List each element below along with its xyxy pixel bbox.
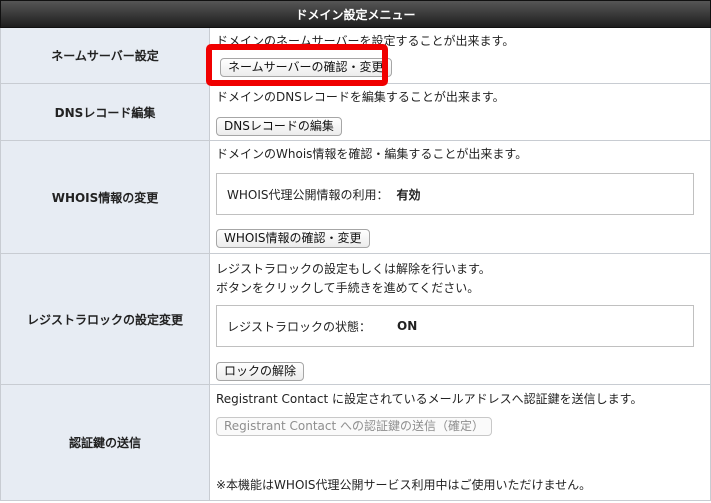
row-label-nameserver: ネームサーバー設定 (1, 28, 210, 83)
dns-edit-button[interactable]: DNSレコードの編集 (216, 117, 342, 136)
whois-status-label: WHOIS代理公開情報の利用： (227, 187, 389, 202)
row-auth-key: 認証鍵の送信 Registrant Contact に設定されているメールアドレ… (0, 385, 711, 501)
whois-description: ドメインのWhois情報を確認・編集することが出来ます。 (216, 147, 528, 161)
domain-settings-menu: ドメイン設定メニュー ネームサーバー設定 ドメインのネームサーバーを設定すること… (0, 0, 711, 503)
menu-title: ドメイン設定メニュー (0, 0, 711, 28)
nameserver-confirm-change-button[interactable]: ネームサーバーの確認・変更 (220, 58, 392, 77)
nameserver-description: ドメインのネームサーバーを設定することが出来ます。 (216, 34, 515, 48)
authkey-note: ※本機能はWHOIS代理公開サービス利用中はご使用いただけません。 (216, 478, 592, 492)
send-auth-key-button[interactable]: Registrant Contact への認証鍵の送信（確定） (216, 417, 493, 436)
authkey-description: Registrant Contact に設定されているメールアドレスへ認証鍵を送… (216, 392, 643, 406)
row-nameserver: ネームサーバー設定 ドメインのネームサーバーを設定することが出来ます。 ネームサ… (0, 28, 711, 84)
lock-status-box: レジストラロックの状態： ON (216, 305, 694, 347)
row-content-registrar-lock: レジストラロックの設定もしくは解除を行います。 ボタンをクリックして手続きを進め… (210, 254, 710, 384)
lock-status-label: レジストラロックの状態： (227, 319, 372, 334)
lock-status-value: ON (397, 319, 418, 333)
row-label-registrar-lock: レジストラロックの設定変更 (1, 254, 210, 384)
lock-description-1: レジストラロックの設定もしくは解除を行います。 (216, 262, 491, 276)
row-content-auth-key: Registrant Contact に設定されているメールアドレスへ認証鍵を送… (210, 385, 710, 500)
whois-confirm-change-button[interactable]: WHOIS情報の確認・変更 (216, 229, 370, 248)
unlock-button[interactable]: ロックの解除 (216, 362, 305, 381)
row-registrar-lock: レジストラロックの設定変更 レジストラロックの設定もしくは解除を行います。 ボタ… (0, 254, 711, 385)
dns-description: ドメインのDNSレコードを編集することが出来ます。 (216, 90, 505, 104)
row-label-dns: DNSレコード編集 (1, 84, 210, 140)
whois-status-box: WHOIS代理公開情報の利用： 有効 (216, 173, 694, 215)
lock-description-2: ボタンをクリックして手続きを進めてください。 (216, 281, 480, 295)
row-content-dns: ドメインのDNSレコードを編集することが出来ます。 DNSレコードの編集 (210, 84, 710, 140)
row-label-whois: WHOIS情報の変更 (1, 141, 210, 253)
whois-status-value: 有効 (396, 187, 421, 202)
row-label-auth-key: 認証鍵の送信 (1, 385, 210, 500)
row-dns: DNSレコード編集 ドメインのDNSレコードを編集することが出来ます。 DNSレ… (0, 84, 711, 141)
row-whois: WHOIS情報の変更 ドメインのWhois情報を確認・編集することが出来ます。 … (0, 141, 711, 254)
row-content-nameserver: ドメインのネームサーバーを設定することが出来ます。 ネームサーバーの確認・変更 (210, 28, 710, 83)
row-content-whois: ドメインのWhois情報を確認・編集することが出来ます。 WHOIS代理公開情報… (210, 141, 710, 253)
